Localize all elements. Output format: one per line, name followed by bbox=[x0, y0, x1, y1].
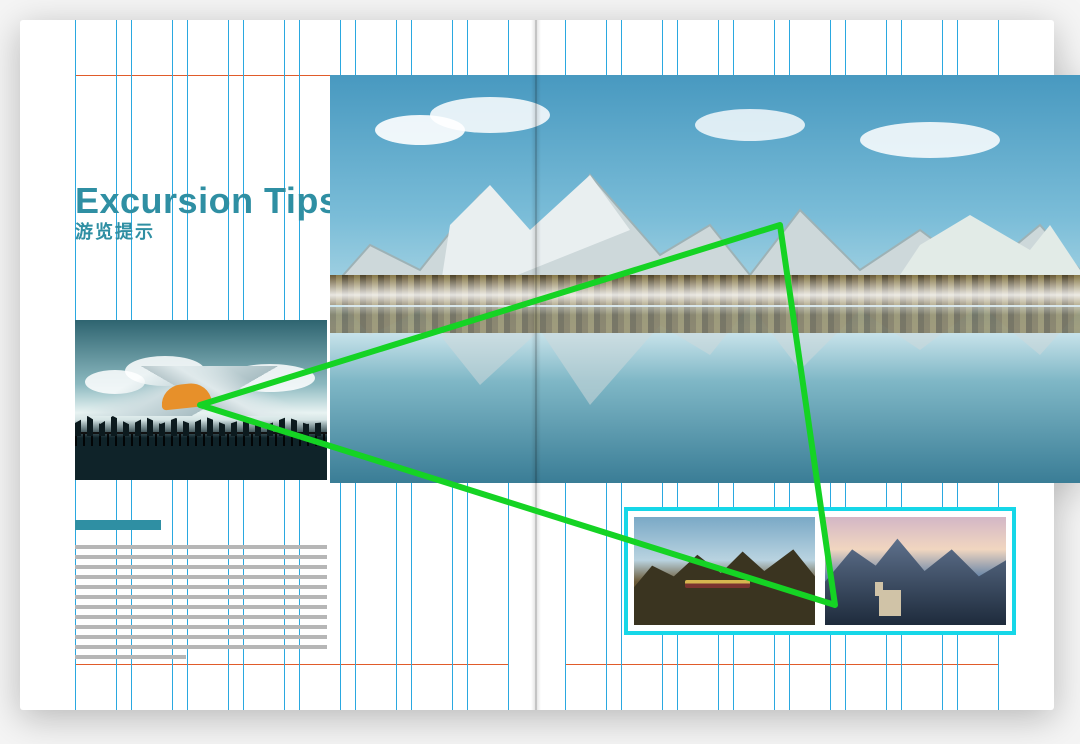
heading-en: Excursion Tips bbox=[75, 180, 339, 222]
thumb-castle bbox=[825, 517, 1006, 625]
heading-cn: 游览提示 bbox=[75, 218, 155, 244]
thumb-funicular bbox=[634, 517, 815, 625]
thumbnail-highlight-box bbox=[624, 507, 1016, 635]
page-spread: Excursion Tips 游览提示 bbox=[20, 20, 1055, 710]
accent-bar bbox=[75, 520, 161, 530]
placeholder-text-block bbox=[75, 545, 327, 665]
photo-observation-deck bbox=[75, 320, 327, 480]
photo-hero-mountain-lake bbox=[330, 75, 1080, 483]
